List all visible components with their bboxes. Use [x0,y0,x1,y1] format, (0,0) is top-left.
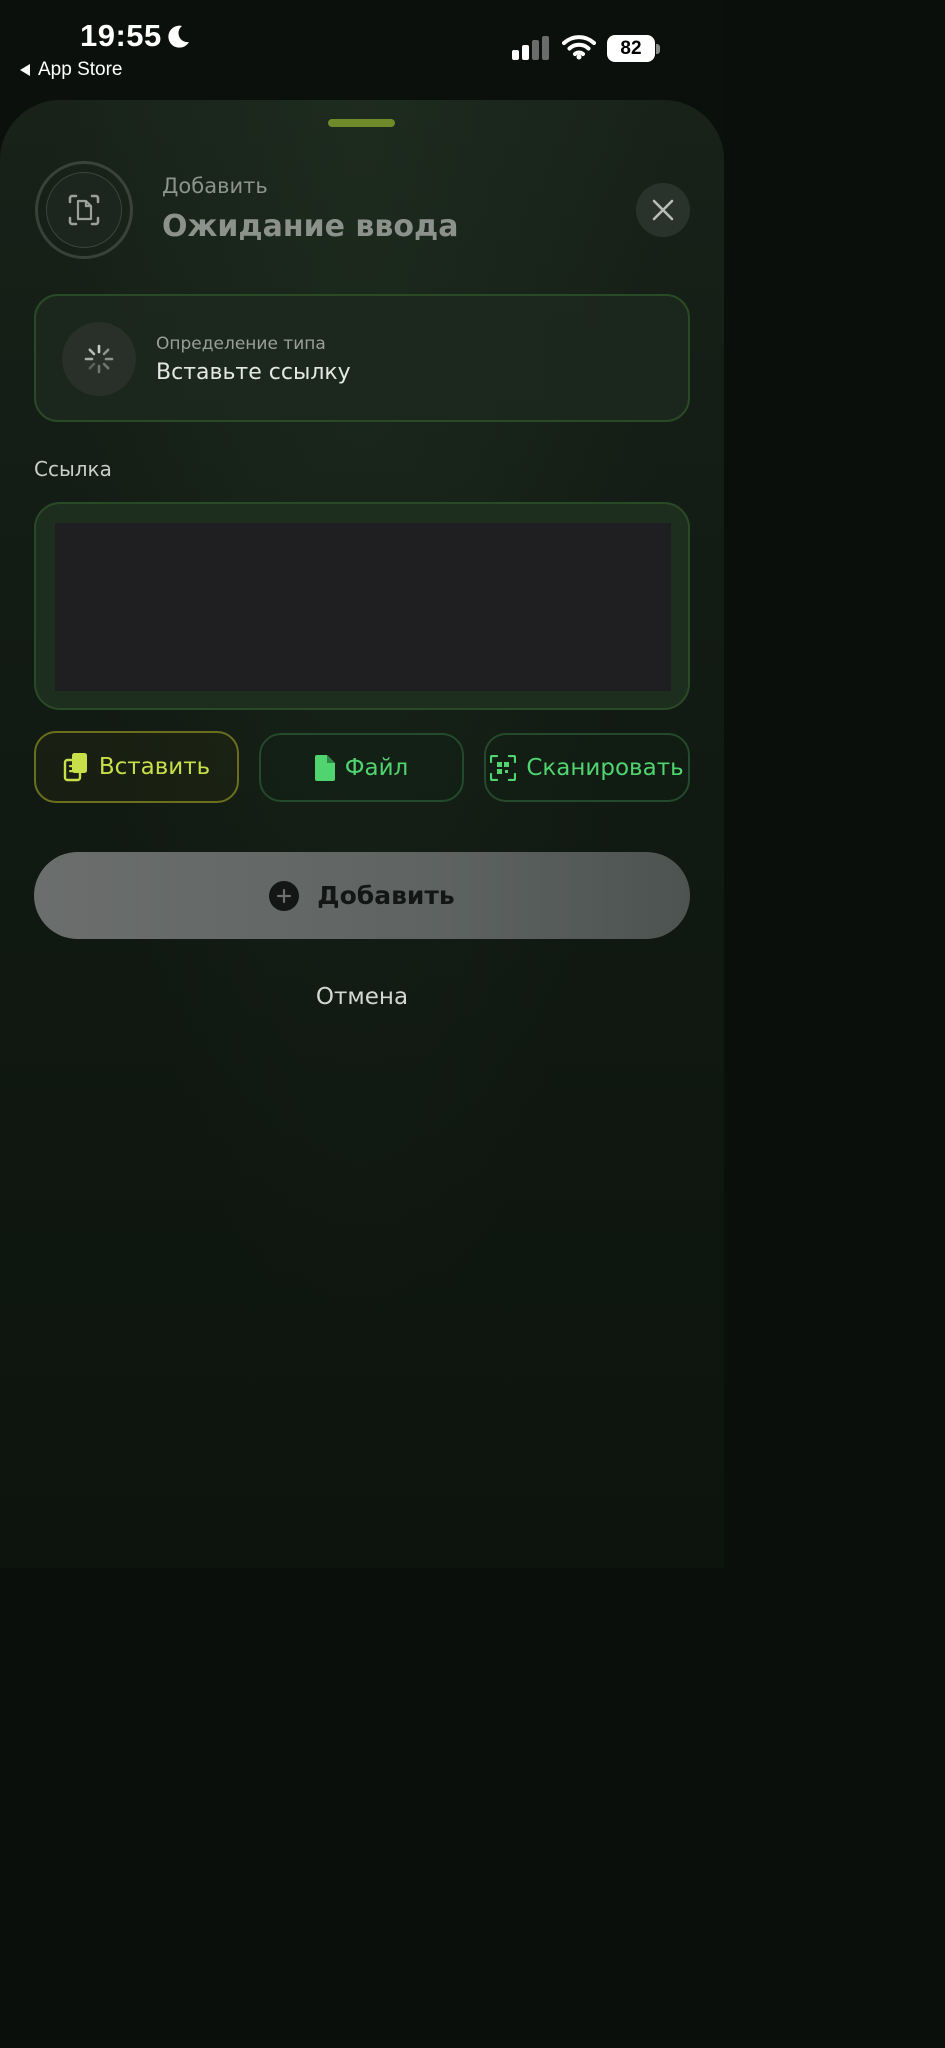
type-detection-value: Вставьте ссылку [156,360,351,385]
back-to-app-store[interactable]: App Store [20,59,123,81]
loading-spinner-icon [84,344,114,374]
plus-circle-icon [269,880,300,911]
type-detection-label: Определение типа [156,334,326,354]
header-icon-ring [35,161,133,259]
moon-icon [168,25,189,48]
status-time: 19:55 [80,18,162,53]
paste-button-label: Вставить [98,754,211,780]
spinner-container [62,322,136,396]
header-title: Ожидание ввода [162,209,459,244]
header-subtitle: Добавить [162,174,268,198]
wifi-icon [562,35,596,60]
file-icon [314,754,335,781]
qr-scan-icon [490,754,517,781]
header-icon-circle [46,172,122,248]
paste-button[interactable]: Вставить [34,731,239,803]
add-button-label: Добавить [317,881,455,910]
cellular-signal-icon [512,36,549,60]
close-button[interactable] [636,183,690,237]
cancel-button[interactable]: Отмена [0,984,724,1010]
link-field-label: Ссылка [34,457,112,481]
screen: 19:55 App Store 82 Добавить Ожидание вво… [0,0,724,1568]
type-detection-card: Определение типа Вставьте ссылку [34,294,690,422]
close-icon [652,199,674,221]
scan-button-label: Сканировать [526,754,684,781]
link-field-container [34,502,690,710]
file-button[interactable]: Файл [259,733,464,802]
add-button[interactable]: Добавить [34,852,690,939]
battery-indicator: 82 [607,35,655,62]
link-input[interactable] [55,523,671,691]
file-button-label: Файл [344,754,409,781]
back-app-label: App Store [38,59,123,80]
sheet-grabber[interactable] [328,119,395,127]
battery-cap [656,44,660,54]
document-scan-icon [68,194,100,226]
scan-button[interactable]: Сканировать [484,733,690,802]
clipboard-paste-icon [63,753,87,782]
status-bar: 19:55 App Store 82 [0,0,724,92]
back-arrow-icon [20,64,30,76]
